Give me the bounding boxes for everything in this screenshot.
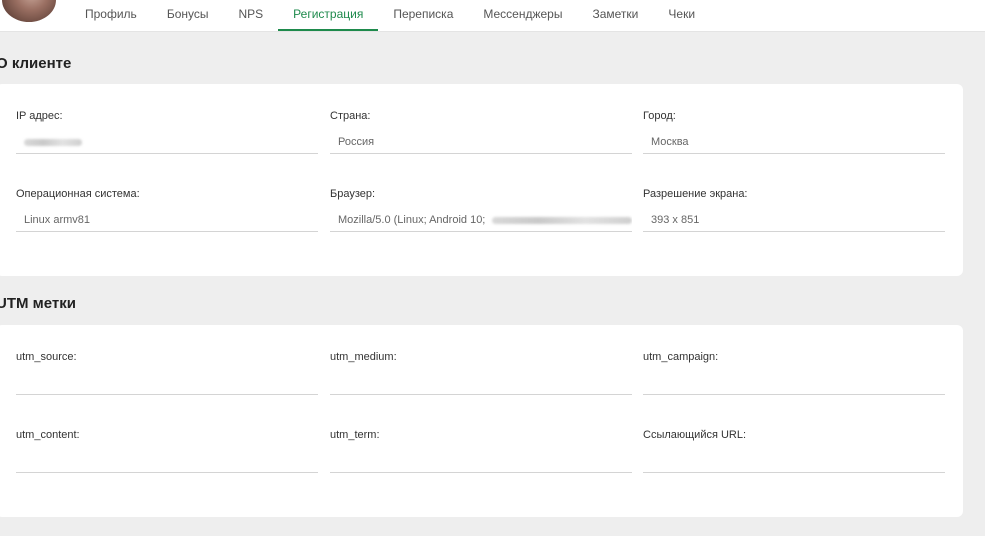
referrer-url-field: Ссылающийся URL: [643, 429, 945, 473]
browser-label: Браузер: [330, 188, 376, 200]
tab-bar: Профиль Бонусы NPS Регистрация Переписка… [70, 0, 710, 31]
utm-term-field: utm_term: [330, 429, 632, 473]
utm-medium-label: utm_medium: [330, 351, 397, 363]
resolution-label: Разрешение экрана: [643, 188, 748, 200]
ip-label: IP адрес: [16, 110, 63, 122]
client-section-title: О клиенте [0, 55, 72, 72]
tab-bonuses[interactable]: Бонусы [152, 0, 224, 31]
os-field: Операционная система: Linux armv81 [16, 188, 318, 232]
ip-value-redacted [24, 138, 82, 146]
city-input[interactable]: Москва [643, 130, 945, 154]
os-input[interactable]: Linux armv81 [16, 208, 318, 232]
os-label: Операционная система: [16, 188, 140, 200]
resolution-field: Разрешение экрана: 393 x 851 [643, 188, 945, 232]
utm-medium-field: utm_medium: [330, 351, 632, 395]
country-input[interactable]: Россия [330, 130, 632, 154]
referrer-url-input[interactable] [643, 449, 945, 473]
browser-value: Mozilla/5.0 (Linux; Android 10; [338, 214, 486, 226]
utm-card: utm_source: utm_medium: utm_campaign: ut… [0, 325, 963, 517]
utm-content-input[interactable] [16, 449, 318, 473]
top-navigation-bar: Профиль Бонусы NPS Регистрация Переписка… [0, 0, 985, 32]
referrer-url-label: Ссылающийся URL: [643, 429, 747, 441]
browser-field: Браузер: Mozilla/5.0 (Linux; Android 10; [330, 188, 632, 232]
country-field: Страна: Россия [330, 110, 632, 154]
city-label: Город: [643, 110, 676, 122]
avatar[interactable] [2, 0, 56, 22]
utm-term-label: utm_term: [330, 429, 380, 441]
utm-term-input[interactable] [330, 449, 632, 473]
browser-value-redacted [492, 216, 632, 224]
utm-content-label: utm_content: [16, 429, 80, 441]
utm-section-title: UTM метки [0, 295, 76, 312]
ip-field: IP адрес: [16, 110, 318, 154]
tab-registration[interactable]: Регистрация [278, 0, 379, 31]
utm-source-input[interactable] [16, 371, 318, 395]
browser-input[interactable]: Mozilla/5.0 (Linux; Android 10; [330, 208, 632, 232]
ip-input[interactable] [16, 130, 318, 154]
resolution-input[interactable]: 393 x 851 [643, 208, 945, 232]
city-field: Город: Москва [643, 110, 945, 154]
utm-campaign-label: utm_campaign: [643, 351, 719, 363]
tab-notes[interactable]: Заметки [577, 0, 653, 31]
country-label: Страна: [330, 110, 371, 122]
utm-campaign-field: utm_campaign: [643, 351, 945, 395]
tab-profile[interactable]: Профиль [70, 0, 152, 31]
utm-campaign-input[interactable] [643, 371, 945, 395]
tab-correspondence[interactable]: Переписка [378, 0, 468, 31]
client-info-card: IP адрес: Страна: Россия Город: Москва О… [0, 84, 963, 276]
utm-medium-input[interactable] [330, 371, 632, 395]
tab-receipts[interactable]: Чеки [653, 0, 710, 31]
utm-source-label: utm_source: [16, 351, 77, 363]
utm-content-field: utm_content: [16, 429, 318, 473]
tab-messengers[interactable]: Мессенджеры [468, 0, 577, 31]
utm-source-field: utm_source: [16, 351, 318, 395]
tab-nps[interactable]: NPS [223, 0, 278, 31]
